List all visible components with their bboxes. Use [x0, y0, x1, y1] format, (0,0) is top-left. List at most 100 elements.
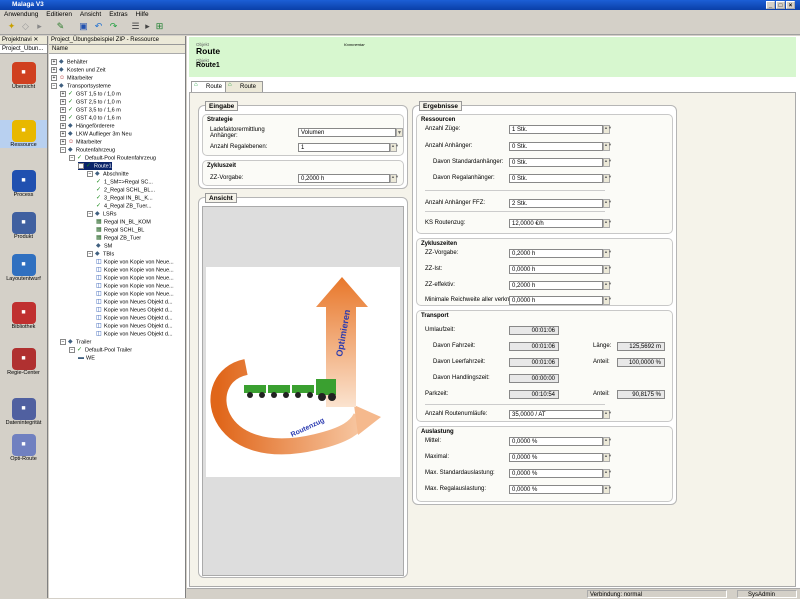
tree-node[interactable]: ◫ Kopie von Kopie von Neue... [96, 266, 174, 274]
tree-node[interactable]: + ☺ Mitarbeiter [60, 138, 102, 146]
menu-hilfe[interactable]: Hilfe [136, 11, 149, 18]
value-stepper[interactable]: ▲▼ [603, 485, 612, 494]
value-stepper[interactable]: ▲▼ [603, 249, 612, 258]
edit-icon[interactable]: ✎ [55, 21, 66, 32]
menu-extras[interactable]: Extras [109, 11, 127, 18]
tree-node[interactable]: − ◆ Routenfahrzeug [60, 146, 115, 154]
nav-item-opti-route[interactable]: ■ Opti-Route [0, 434, 47, 462]
tree-node[interactable]: + ✓ GST 4,0 to / 1,6 m [60, 114, 121, 122]
tree-node[interactable]: ▬ WE [78, 354, 95, 362]
expand-icon[interactable]: + [60, 91, 66, 97]
tree-node[interactable]: ▦ Regal IN_BL_KOM [96, 218, 151, 226]
tree-node[interactable]: ◫ Kopie von Neues Objekt d... [96, 298, 172, 306]
menu-ansicht[interactable]: Ansicht [80, 11, 101, 18]
tree-node[interactable]: ✓ 2_Regal SCHL_BL... [96, 186, 155, 194]
value-stepper[interactable]: ▲▼ [603, 265, 612, 274]
collapse-icon[interactable]: − [60, 339, 66, 345]
tree-node[interactable]: ▦ Regal ZB_Tuer [96, 234, 141, 242]
forward-icon[interactable]: ▸ [34, 21, 45, 32]
zz-input[interactable]: 0,2000 h [298, 174, 390, 183]
tree-node[interactable]: ◆ SM [96, 242, 112, 250]
nav-item-library[interactable]: ■ Bibliothek [0, 302, 47, 330]
collapse-icon[interactable]: − [69, 347, 75, 353]
nav-item-product[interactable]: ■ Produkt [0, 212, 47, 240]
expand-icon[interactable]: + [51, 75, 57, 81]
nav-item-control-center[interactable]: ■ Regie-Center [0, 348, 47, 376]
tree-node[interactable]: + ◆ Hängeförderere [60, 122, 115, 130]
tree-node[interactable]: ◫ Kopie von Kopie von Neue... [96, 290, 174, 298]
expand-icon[interactable]: + [60, 139, 66, 145]
tree-node[interactable]: ◫ Kopie von Neues Objekt d... [96, 330, 172, 338]
regal-stepper[interactable]: ▲▼ [390, 143, 399, 152]
tree-node[interactable]: + ✓ GST 3,5 to / 1,6 m [60, 106, 121, 114]
tree-column-header[interactable]: Name [49, 45, 185, 54]
collapse-icon[interactable]: − [87, 211, 93, 217]
nav-item-layout[interactable]: ■ Layoutentwurf [0, 254, 47, 282]
tree-node[interactable]: + ✓ GST 1,5 to / 1,0 m [60, 90, 121, 98]
expand-icon[interactable]: + [51, 59, 57, 65]
tree-node[interactable]: ◫ Kopie von Kopie von Neue... [96, 274, 174, 282]
tree-node[interactable]: ◫ Kopie von Kopie von Neue... [96, 258, 174, 266]
tree-node[interactable]: − ✓ Default-Pool Routenfahrzeug [69, 154, 156, 162]
tree-node[interactable]: ◫ Kopie von Kopie von Neue... [96, 282, 174, 290]
value-stepper[interactable]: ▲▼ [603, 174, 612, 183]
undo-icon[interactable]: ↶ [93, 21, 104, 32]
value-stepper[interactable]: ▲▼ [603, 125, 612, 134]
expand-icon[interactable]: + [51, 67, 57, 73]
value-stepper[interactable]: ▲▼ [603, 199, 612, 208]
list-icon[interactable]: ☰ [130, 21, 141, 32]
close-button[interactable]: × [786, 1, 795, 9]
tree-node[interactable]: + ☺ Mitarbeiter [51, 74, 93, 82]
value-stepper[interactable]: ▲▼ [603, 296, 612, 305]
tree-node[interactable]: − ✓ Route1 [78, 162, 112, 170]
tree-node[interactable]: ✓ 1_SM=>Regal SC... [96, 178, 153, 186]
nav-item-overview[interactable]: ■ Übersicht [0, 62, 47, 90]
tree-node[interactable]: ◫ Kopie von Neues Objekt d... [96, 306, 172, 314]
tree-node[interactable]: − ◆ LSRs [87, 210, 116, 218]
maximize-button[interactable]: □ [776, 1, 785, 9]
collapse-icon[interactable]: − [87, 171, 93, 177]
collapse-icon[interactable]: − [60, 147, 66, 153]
tree-node[interactable]: − ◆ Transportsysteme [51, 82, 111, 90]
expand-icon[interactable]: + [60, 123, 66, 129]
collapse-icon[interactable]: − [69, 155, 75, 161]
redo-icon[interactable]: ↷ [108, 21, 119, 32]
routenumlaeufe-stepper[interactable]: ▲▼ [603, 410, 612, 419]
run-icon[interactable]: ▸ [142, 21, 153, 32]
tree-node[interactable]: ▦ Regal SCHL_BL [96, 226, 144, 234]
value-stepper[interactable]: ▲▼ [603, 142, 612, 151]
dropdown-icon[interactable]: ▼ [396, 128, 403, 137]
expand-icon[interactable]: + [60, 107, 66, 113]
collapse-icon[interactable]: − [51, 83, 57, 89]
expand-icon[interactable]: + [60, 99, 66, 105]
nav-item-resource[interactable]: ■ Ressource [0, 120, 47, 148]
network-icon[interactable]: ⊞ [154, 21, 165, 32]
new-icon[interactable]: ✦ [6, 21, 17, 32]
tree-node[interactable]: − ✓ Default-Pool Trailer [69, 346, 132, 354]
menu-anwendung[interactable]: Anwendung [4, 11, 38, 18]
collapse-icon[interactable]: − [87, 251, 93, 257]
project-tab[interactable]: Project_Übun... [0, 45, 47, 54]
value-stepper[interactable]: ▲▼ [603, 281, 612, 290]
menu-editieren[interactable]: Editieren [46, 11, 72, 18]
tree-node[interactable]: − ◆ Abschnitte [87, 170, 129, 178]
tree-node[interactable]: ◫ Kopie von Neues Objekt d... [96, 322, 172, 330]
tree-node[interactable]: − ◆ Trailer [60, 338, 91, 346]
expand-icon[interactable]: + [60, 131, 66, 137]
tree-node[interactable]: + ◆ Behälter [51, 58, 88, 66]
collapse-icon[interactable]: − [78, 163, 84, 169]
value-stepper[interactable]: ▲▼ [603, 469, 612, 478]
ladefaktor-select[interactable]: Volumen [298, 128, 396, 137]
value-stepper[interactable]: ▲▼ [603, 437, 612, 446]
value-stepper[interactable]: ▲▼ [603, 219, 612, 228]
nav-item-data-quality[interactable]: ■ Datenintegrität [0, 398, 47, 426]
tree-node[interactable]: ✓ 3_Regal IN_BL_K... [96, 194, 153, 202]
expand-icon[interactable]: + [60, 115, 66, 121]
regal-input[interactable]: 1 [298, 143, 390, 152]
tree-node[interactable]: ✓ 4_Regal ZB_Tuer... [96, 202, 152, 210]
nav-item-process[interactable]: ■ Process [0, 170, 47, 198]
tree-node[interactable]: − ◆ TBIs [87, 250, 114, 258]
tree-node[interactable]: + ✓ GST 2,5 to / 1,0 m [60, 98, 121, 106]
tree-node[interactable]: ◫ Kopie von Neues Objekt d... [96, 314, 172, 322]
minimize-button[interactable]: _ [766, 1, 775, 9]
